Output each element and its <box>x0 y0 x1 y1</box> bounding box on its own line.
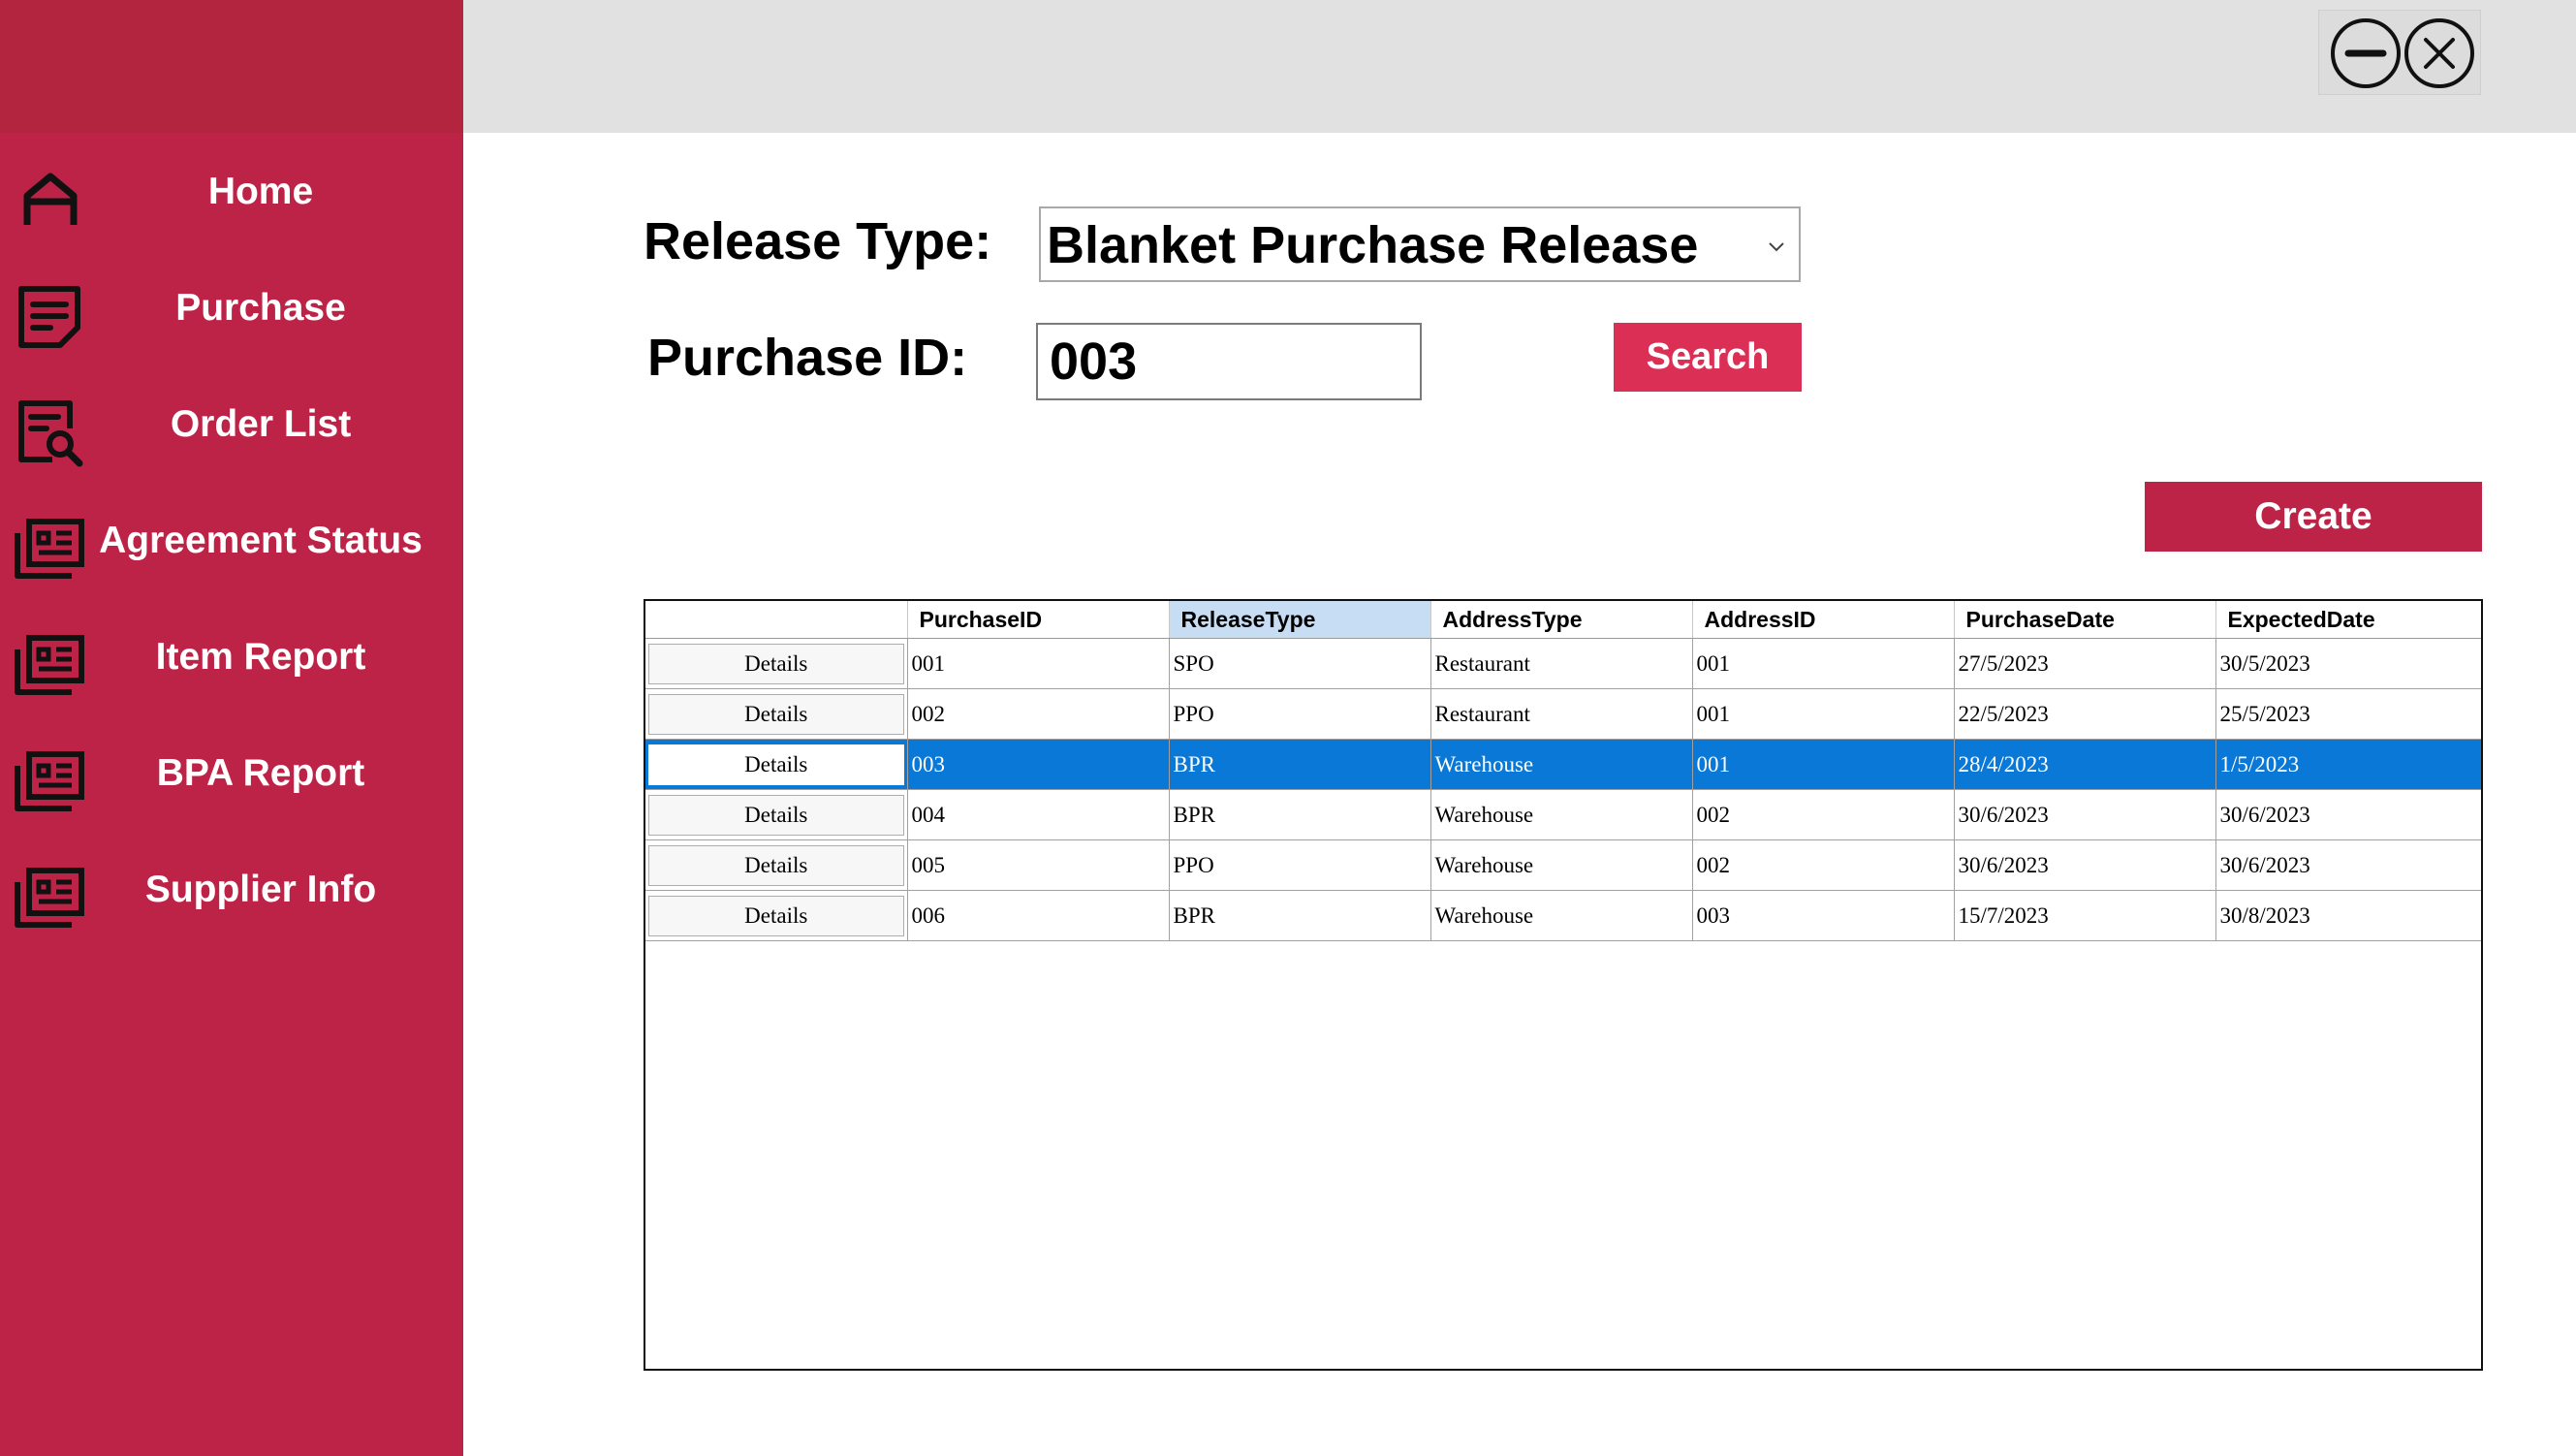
sidebar-item-label: Purchase <box>175 287 346 329</box>
table-row[interactable]: Details 005 PPO Warehouse 002 30/6/2023 … <box>645 839 2481 891</box>
close-button[interactable] <box>2403 16 2476 90</box>
table-row-selected[interactable]: Details 003 BPR Warehouse 001 28/4/2023 … <box>645 739 2481 790</box>
cell-address-id[interactable]: 003 <box>1692 890 1955 941</box>
sidebar-item-label: BPA Report <box>156 752 365 794</box>
purchase-id-input[interactable] <box>1036 323 1422 400</box>
purchase-table: PurchaseID ReleaseType AddressType Addre… <box>645 601 2481 941</box>
table-row[interactable]: Details 004 BPR Warehouse 002 30/6/2023 … <box>645 789 2481 840</box>
cell-address-id[interactable]: 001 <box>1692 739 1955 790</box>
column-header-expected-date[interactable]: ExpectedDate <box>2215 601 2481 639</box>
cell-release-type[interactable]: SPO <box>1169 638 1431 689</box>
cell-purchase-date[interactable]: 30/6/2023 <box>1954 789 2216 840</box>
cell-purchase-date[interactable]: 27/5/2023 <box>1954 638 2216 689</box>
sidebar-item-bpa-report[interactable]: BPA Report <box>0 725 463 822</box>
cell-expected-date[interactable]: 30/5/2023 <box>2215 638 2481 689</box>
column-header-address-id[interactable]: AddressID <box>1692 601 1955 639</box>
release-type-dropdown[interactable]: Blanket Purchase Release <box>1039 206 1801 282</box>
column-header-address-type[interactable]: AddressType <box>1430 601 1693 639</box>
details-button[interactable]: Details <box>648 693 904 735</box>
details-button[interactable]: Details <box>648 744 904 785</box>
cell-address-type[interactable]: Warehouse <box>1430 739 1693 790</box>
sidebar-item-agreement-status[interactable]: Agreement Status <box>0 492 463 589</box>
cell-release-type[interactable]: BPR <box>1169 789 1431 840</box>
details-button[interactable]: Details <box>648 794 904 836</box>
table-row[interactable]: Details 001 SPO Restaurant 001 27/5/2023… <box>645 638 2481 689</box>
cell-purchase-id[interactable]: 003 <box>907 739 1170 790</box>
purchase-grid[interactable]: PurchaseID ReleaseType AddressType Addre… <box>644 599 2483 1371</box>
cell-expected-date[interactable]: 30/6/2023 <box>2215 789 2481 840</box>
column-header-purchase-id[interactable]: PurchaseID <box>907 601 1170 639</box>
cell-release-type[interactable]: PPO <box>1169 839 1431 891</box>
sidebar-item-label: Supplier Info <box>144 869 377 910</box>
cell-purchase-id[interactable]: 002 <box>907 688 1170 740</box>
cell-expected-date[interactable]: 30/6/2023 <box>2215 839 2481 891</box>
cell-purchase-id[interactable]: 004 <box>907 789 1170 840</box>
cell-purchase-date[interactable]: 28/4/2023 <box>1954 739 2216 790</box>
cell-purchase-id[interactable]: 005 <box>907 839 1170 891</box>
release-type-label: Release Type: <box>644 212 992 270</box>
search-button[interactable]: Search <box>1614 323 1802 392</box>
cell-address-type[interactable]: Warehouse <box>1430 839 1693 891</box>
title-bar <box>463 0 2576 133</box>
cell-purchase-date[interactable]: 15/7/2023 <box>1954 890 2216 941</box>
details-button[interactable]: Details <box>648 844 904 886</box>
cell-address-id[interactable]: 002 <box>1692 839 1955 891</box>
sidebar-item-order-list[interactable]: Order List <box>0 376 463 473</box>
cell-purchase-date[interactable]: 30/6/2023 <box>1954 839 2216 891</box>
cell-purchase-id[interactable]: 001 <box>907 638 1170 689</box>
table-row[interactable]: Details 006 BPR Warehouse 003 15/7/2023 … <box>645 890 2481 941</box>
window-controls <box>2318 10 2481 95</box>
cell-release-type[interactable]: BPR <box>1169 739 1431 790</box>
minimize-button[interactable] <box>2329 16 2403 90</box>
sidebar-item-item-report[interactable]: Item Report <box>0 609 463 706</box>
create-button[interactable]: Create <box>2145 482 2482 552</box>
cell-address-type[interactable]: Restaurant <box>1430 688 1693 740</box>
purchase-id-label: Purchase ID: <box>647 329 968 387</box>
cell-release-type[interactable]: BPR <box>1169 890 1431 941</box>
cell-address-id[interactable]: 001 <box>1692 638 1955 689</box>
sidebar: Home Purchase Order List Agreement Statu… <box>0 0 463 1456</box>
sidebar-header <box>0 0 463 133</box>
app-window: Home Purchase Order List Agreement Statu… <box>0 0 2576 1456</box>
sidebar-item-purchase[interactable]: Purchase <box>0 260 463 357</box>
details-button[interactable]: Details <box>648 895 904 936</box>
cell-expected-date[interactable]: 30/8/2023 <box>2215 890 2481 941</box>
sidebar-item-label: Agreement Status <box>99 520 423 561</box>
release-type-value: Blanket Purchase Release <box>1047 216 1699 274</box>
column-header-purchase-date[interactable]: PurchaseDate <box>1954 601 2216 639</box>
table-row[interactable]: Details 002 PPO Restaurant 001 22/5/2023… <box>645 688 2481 740</box>
sidebar-item-home[interactable]: Home <box>0 143 463 240</box>
cell-address-type[interactable]: Restaurant <box>1430 638 1693 689</box>
cell-address-id[interactable]: 001 <box>1692 688 1955 740</box>
column-header-actions[interactable] <box>645 601 908 639</box>
table-header-row: PurchaseID ReleaseType AddressType Addre… <box>645 601 2481 639</box>
sidebar-item-supplier-info[interactable]: Supplier Info <box>0 841 463 938</box>
cell-address-type[interactable]: Warehouse <box>1430 890 1693 941</box>
cell-expected-date[interactable]: 1/5/2023 <box>2215 739 2481 790</box>
chevron-down-icon <box>1766 236 1787 257</box>
details-button[interactable]: Details <box>648 643 904 684</box>
minimize-icon <box>2331 18 2401 88</box>
cell-address-type[interactable]: Warehouse <box>1430 789 1693 840</box>
close-icon <box>2404 18 2474 88</box>
sidebar-item-label: Home <box>207 171 314 212</box>
cell-release-type[interactable]: PPO <box>1169 688 1431 740</box>
cell-address-id[interactable]: 002 <box>1692 789 1955 840</box>
cell-purchase-date[interactable]: 22/5/2023 <box>1954 688 2216 740</box>
sidebar-item-label: Order List <box>170 403 352 445</box>
cell-expected-date[interactable]: 25/5/2023 <box>2215 688 2481 740</box>
sidebar-item-label: Item Report <box>155 636 366 678</box>
cell-purchase-id[interactable]: 006 <box>907 890 1170 941</box>
column-header-release-type[interactable]: ReleaseType <box>1169 601 1431 639</box>
